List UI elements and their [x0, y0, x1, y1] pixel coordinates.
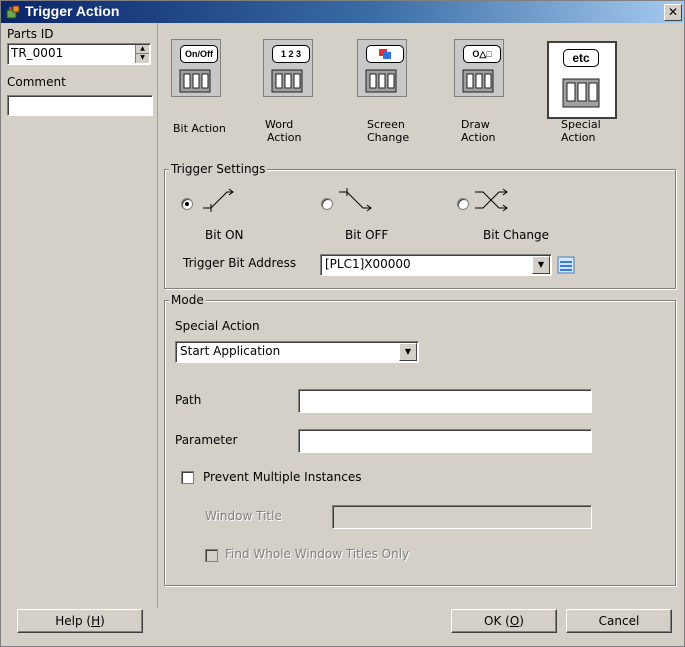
window-title-input[interactable] [332, 505, 592, 529]
special-action-frame: etc [547, 41, 617, 119]
special-action-label-2: Action [561, 131, 596, 144]
trigger-settings-group: Trigger Settings Bit ON Bit OFF Bit Chan… [164, 162, 676, 289]
chevron-down-icon[interactable]: ▼ [399, 343, 417, 361]
word-action-label-1: Word [265, 118, 294, 131]
special-action-label-1: Special [561, 118, 601, 131]
screen-change-button[interactable] [355, 39, 407, 99]
draw-action-button[interactable]: O△□ [452, 39, 504, 99]
bit-on-icon [203, 188, 234, 212]
bit-on-radio[interactable] [181, 198, 193, 210]
help-button[interactable]: Help (H) [17, 609, 143, 633]
parts-id-field[interactable]: TR_0001 ▲ ▼ [7, 43, 151, 65]
screen-change-label-2: Change [367, 131, 410, 144]
bit-action-label: Bit Action [173, 122, 226, 135]
on-off-icon: On/Off [180, 45, 218, 63]
screen-icon [379, 49, 391, 59]
path-label: Path [175, 393, 202, 407]
trigger-bit-address-label: Trigger Bit Address [183, 256, 297, 270]
trigger-action-dialog: Trigger Action ✕ Parts ID TR_0001 ▲ ▼ Com… [0, 0, 685, 647]
parts-id-value: TR_0001 [11, 46, 64, 60]
path-input[interactable] [298, 389, 592, 413]
word-action-button[interactable]: 1 2 3 [261, 39, 313, 99]
word-panel-icon [271, 69, 303, 93]
trigger-bit-address-value: [PLC1]X00000 [325, 257, 411, 271]
window-title: Trigger Action [25, 3, 120, 19]
ok-close-paren: ) [519, 614, 524, 628]
trigger-bit-address-combo[interactable]: [PLC1]X00000 ▼ [320, 254, 552, 276]
comment-label: Comment [7, 75, 66, 89]
mode-title: Mode [169, 293, 206, 307]
comment-input[interactable] [7, 95, 153, 116]
special-action-combo[interactable]: Start Application ▼ [175, 341, 419, 363]
ok-hotkey: O [509, 614, 520, 628]
bit-action-button[interactable]: On/Off [169, 39, 221, 99]
special-panel-icon [562, 78, 600, 108]
parameter-label: Parameter [175, 433, 238, 447]
chevron-down-icon[interactable]: ▼ [532, 256, 550, 274]
ok-button-label: OK ( [484, 614, 510, 628]
draw-action-frame: O△□ [454, 39, 504, 97]
find-whole-window-titles-checkbox[interactable] [205, 549, 218, 562]
help-hotkey: H [91, 614, 101, 628]
parts-id-label: Parts ID [7, 27, 54, 41]
parameter-input[interactable] [298, 429, 592, 453]
trigger-settings-title: Trigger Settings [169, 162, 268, 176]
screen-change-label-1: Screen [367, 118, 405, 131]
bit-change-radio[interactable] [457, 198, 469, 210]
bit-on-label: Bit ON [205, 228, 244, 242]
bit-off-icon [339, 188, 372, 212]
draw-action-label-1: Draw [461, 118, 490, 131]
spin-up-icon[interactable]: ▲ [136, 45, 149, 54]
bit-action-frame: On/Off [171, 39, 221, 97]
special-action-value: Start Application [180, 344, 281, 358]
prevent-multiple-instances-label: Prevent Multiple Instances [203, 470, 362, 484]
trigger-action-app-icon [6, 5, 20, 19]
screen-panel-icon [365, 69, 397, 93]
bit-change-icon [475, 188, 508, 212]
left-panel: Parts ID TR_0001 ▲ ▼ Comment [1, 23, 158, 608]
spin-down-icon[interactable]: ▼ [136, 54, 149, 62]
screen-change-icon [366, 45, 404, 63]
help-button-label: Help ( [55, 614, 92, 628]
special-action-label: Special Action [175, 319, 260, 333]
draw-action-label-2: Action [461, 131, 496, 144]
draw-panel-icon [462, 69, 494, 93]
address-input-icon[interactable] [557, 256, 575, 274]
parts-id-spinner[interactable]: ▲ ▼ [135, 45, 149, 63]
bit-off-radio[interactable] [321, 198, 333, 210]
numeric-icon: 1 2 3 [272, 45, 310, 63]
title-bar[interactable]: Trigger Action ✕ [1, 1, 684, 23]
mode-group: Mode Special Action Start Application ▼ … [164, 293, 676, 586]
word-action-label-2: Action [267, 131, 302, 144]
ok-button[interactable]: OK (O) [451, 609, 557, 633]
screen-change-frame [357, 39, 407, 97]
cancel-button[interactable]: Cancel [566, 609, 672, 633]
special-action-button[interactable]: etc [547, 39, 617, 119]
prevent-multiple-instances-checkbox[interactable] [181, 471, 194, 484]
etc-icon: etc [563, 49, 599, 67]
help-close-paren: ) [100, 614, 105, 628]
word-action-frame: 1 2 3 [263, 39, 313, 97]
close-button[interactable]: ✕ [664, 4, 682, 21]
switch-panel-icon [179, 69, 211, 93]
find-whole-window-titles-label: Find Whole Window Titles Only [225, 547, 410, 561]
bit-off-label: Bit OFF [345, 228, 389, 242]
window-title-label: Window Title [205, 509, 282, 523]
shapes-icon: O△□ [463, 45, 501, 63]
bit-change-label: Bit Change [483, 228, 550, 242]
